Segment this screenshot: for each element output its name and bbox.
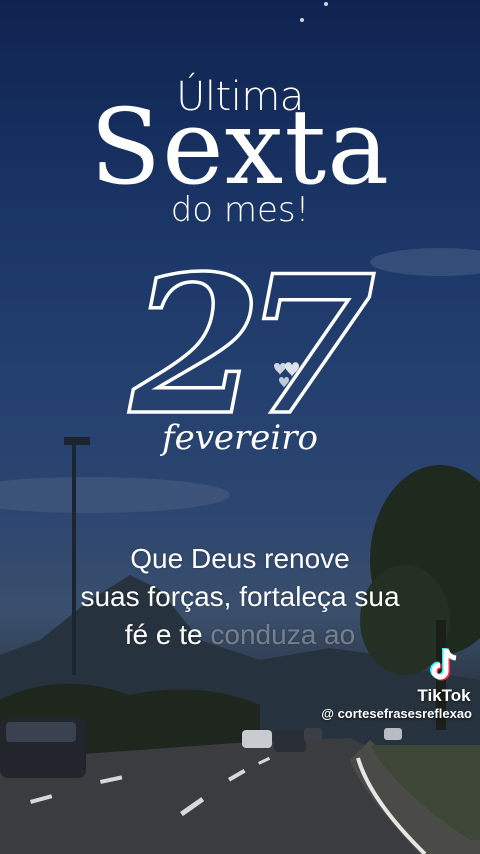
caption-line-3-visible: fé e te (124, 619, 203, 650)
caption-line-2: suas forças, fortaleça sua (80, 581, 400, 612)
tiktok-watermark: TikTok (408, 646, 480, 706)
cloud (370, 248, 480, 276)
tiktok-handle[interactable]: @ cortesefrasesreflexao (321, 706, 472, 721)
star (300, 18, 304, 22)
caption-line-1: Que Deus renove (130, 543, 350, 574)
tiktok-logo-icon (430, 648, 457, 681)
cloud (0, 477, 230, 513)
day-number: 27 (129, 262, 374, 432)
car-window (6, 722, 76, 742)
video-frame: Última Sexta do mes! 27 fevereiro Que De… (0, 0, 480, 854)
tiktok-brand: TikTok (417, 686, 471, 705)
car (274, 730, 306, 752)
month-label: fevereiro (161, 418, 318, 458)
caption: Que Deus renove suas forças, fortaleça s… (0, 540, 480, 654)
car (242, 730, 272, 748)
caption-line-3-faded: conduza ao (202, 619, 356, 650)
title-do-mes: do mes! (170, 190, 310, 230)
car (384, 728, 402, 740)
day-number-graphic: 27 (127, 262, 376, 432)
car (304, 728, 322, 742)
star (324, 2, 328, 6)
